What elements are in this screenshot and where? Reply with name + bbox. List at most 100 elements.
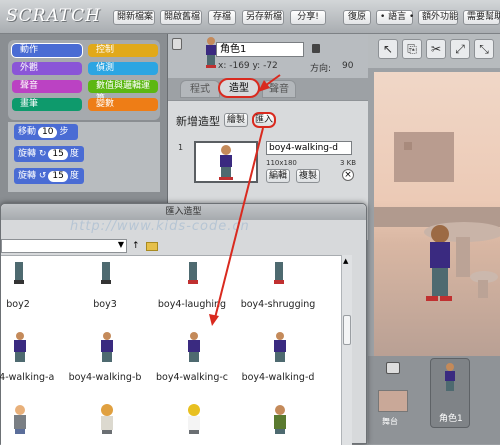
extras-button[interactable]: 額外功能 [418,10,458,25]
expand-icon[interactable] [172,38,182,50]
turn-left-block[interactable]: 旋轉 ↺ 15 度 [14,168,84,184]
edit-costume-button[interactable]: 編輯 [266,169,290,183]
direction-value: 90 [342,61,354,71]
block-input[interactable]: 10 [38,127,58,138]
block-input[interactable]: 15 [48,171,68,182]
file-name: boy3 [93,299,117,310]
costume-thumbnail[interactable] [194,141,258,183]
file-list-scrollbar[interactable]: ▲ [341,255,352,445]
category-sensing[interactable]: 偵測 [88,62,158,75]
file-item[interactable]: boy2 [0,262,61,312]
category-control[interactable]: 控制 [88,44,158,57]
costume-preview [101,404,113,434]
help-button[interactable]: 需要幫助 [463,10,500,25]
move-steps-block[interactable]: 移動 10 步 [14,124,78,140]
sprite-list: 舞台 角色1 [368,356,500,444]
watermark-text: http://www.kids-code.cn [70,219,250,234]
file-item[interactable] [62,404,148,444]
sprite-tile[interactable]: 角色1 [430,358,470,428]
file-item[interactable]: boy4-walking-b [62,332,148,384]
costume-preview [188,404,200,434]
costume-index: 1 [178,143,184,152]
category-looks[interactable]: 外觀 [12,62,82,75]
costume-preview [188,262,198,284]
open-file-button[interactable]: 開啟舊檔 [160,10,202,25]
file-item[interactable]: boy3 [62,262,148,312]
delete-icon[interactable]: × [342,169,354,181]
share-button[interactable]: 分享! [290,10,326,25]
sprite-coordinates: x: -169 y: -72 [218,61,278,71]
lock-icon[interactable] [312,44,320,53]
category-pen[interactable]: 畫筆 [12,98,82,111]
dropdown-arrow-icon: ▼ [117,240,124,249]
sprite-label: 角色1 [439,414,463,424]
import-button[interactable]: 匯入 [252,112,276,128]
file-item[interactable]: boy4-shrugging [235,262,321,312]
stage-backdrop [374,132,500,301]
costume-preview [274,332,286,362]
costume-file-grid: boy2 boy3 boy4-laughing boy4-shrugging b… [0,255,341,445]
copy-costume-button[interactable]: 複製 [296,169,320,183]
direction-label: 方向: [310,64,332,74]
scroll-up-icon[interactable]: ▲ [343,257,348,265]
costume-name-input[interactable]: boy4-walking-d [266,141,352,155]
save-button[interactable]: 存檔 [208,10,236,25]
paint-button[interactable]: 繪製 [224,113,248,127]
costume-size: 110x180 [266,159,297,167]
block-suffix: 度 [69,171,79,181]
new-file-button[interactable]: 開新檔案 [113,10,155,25]
scrollbar-thumb[interactable] [343,315,351,345]
sprite-name-input[interactable]: 角色1 [216,42,304,57]
file-item[interactable] [149,404,235,444]
undo-button[interactable]: 復原 [343,10,371,25]
sprite-info: 角色1 x: -169 y: -72 方向: 90 [168,34,368,78]
import-costume-dialog: 匯入造型 ▼ ↑ boy2 boy3 boy4-laughing boy4-sh… [0,203,367,445]
file-item[interactable]: boy4-walking-c [149,332,235,384]
language-button[interactable]: • 語言 • [376,10,414,25]
costume-preview [274,405,286,434]
shrink-icon[interactable]: ⤡ [474,39,494,59]
file-name: boy4-walking-c [155,372,228,383]
file-name: boy4-walking-b [68,372,142,383]
cut-icon[interactable]: ✂ [426,39,446,59]
tab-sounds[interactable]: 聲音 [262,80,296,98]
stage-thumbnail[interactable] [378,390,408,412]
folder-icon[interactable] [146,242,158,251]
save-as-button[interactable]: 另存新檔 [242,10,284,25]
new-costume-label: 新增造型 [176,115,220,128]
file-name: boy2 [6,299,30,310]
file-item[interactable] [235,404,321,444]
file-name: boy4-walking-d [241,372,315,383]
grow-icon[interactable]: ⤢ [450,39,470,59]
turn-right-block[interactable]: 旋轉 ↻ 15 度 [14,146,84,162]
duplicate-icon[interactable]: ⎘ [402,39,422,59]
costume-preview [14,332,26,362]
category-motion[interactable]: 動作 [11,43,83,58]
file-name: boy4-walking-a [0,372,55,383]
sprite-icon [445,363,455,391]
block-input[interactable]: 15 [48,149,68,160]
file-item[interactable]: boy4-laughing [149,262,235,312]
tab-costumes[interactable]: 造型 [218,78,260,98]
category-variables[interactable]: 變數 [88,98,158,111]
cursor-icon[interactable]: ↖ [378,39,398,59]
stage-scene[interactable] [374,72,500,356]
present-mode-icon[interactable] [386,362,400,374]
file-item[interactable]: boy4-walking-d [235,332,321,384]
file-item[interactable] [0,404,61,444]
stage-label: 舞台 [382,417,398,426]
file-item[interactable]: boy4-walking-a [0,332,61,384]
block-suffix: 步 [59,127,69,137]
tab-scripts[interactable]: 程式 [180,80,220,98]
category-sound[interactable]: 聲音 [12,80,82,93]
stage-tools: ↖ ⎘ ✂ ⤢ ⤡ [368,34,500,68]
up-folder-icon[interactable]: ↑ [132,241,142,251]
costume-preview [14,262,24,284]
block-label: 旋轉 [18,171,37,181]
file-name: boy4-laughing [157,299,227,310]
block-label: 移動 [18,127,37,137]
blocks-area: 移動 10 步 旋轉 ↻ 15 度 旋轉 ↺ 15 度 [8,122,160,192]
category-operators[interactable]: 數值與邏輯運算 [88,80,158,104]
block-label: 旋轉 [18,149,37,159]
folder-path-dropdown[interactable]: ▼ [1,239,127,253]
